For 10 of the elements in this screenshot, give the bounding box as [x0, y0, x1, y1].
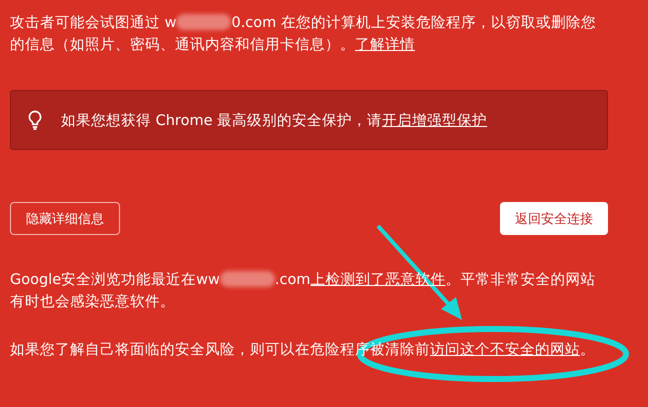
- learn-more-link[interactable]: 了解详情: [355, 37, 415, 53]
- redaction-blur: [176, 14, 232, 30]
- warning-text: 攻击者可能会试图通过 w 0.com 在您的计算机上安装危险程序，以窃取或删除您的信息（如照片、密码、通讯内容和信用卡信息）。了解详情: [10, 13, 597, 55]
- enhanced-protection-link[interactable]: 开启增强型保护: [382, 112, 488, 128]
- visit-unsafe-site-link[interactable]: 访问这个不安全的网站: [430, 342, 580, 358]
- lightbulb-icon: [27, 110, 43, 130]
- redaction-blur: [220, 271, 275, 287]
- tip-text: 如果您想获得 Chrome 最高级别的安全保护，请开启增强型保护: [61, 112, 488, 130]
- hide-details-button[interactable]: 隐藏详细信息: [10, 202, 120, 235]
- back-to-safety-button[interactable]: 返回安全连接: [500, 202, 608, 235]
